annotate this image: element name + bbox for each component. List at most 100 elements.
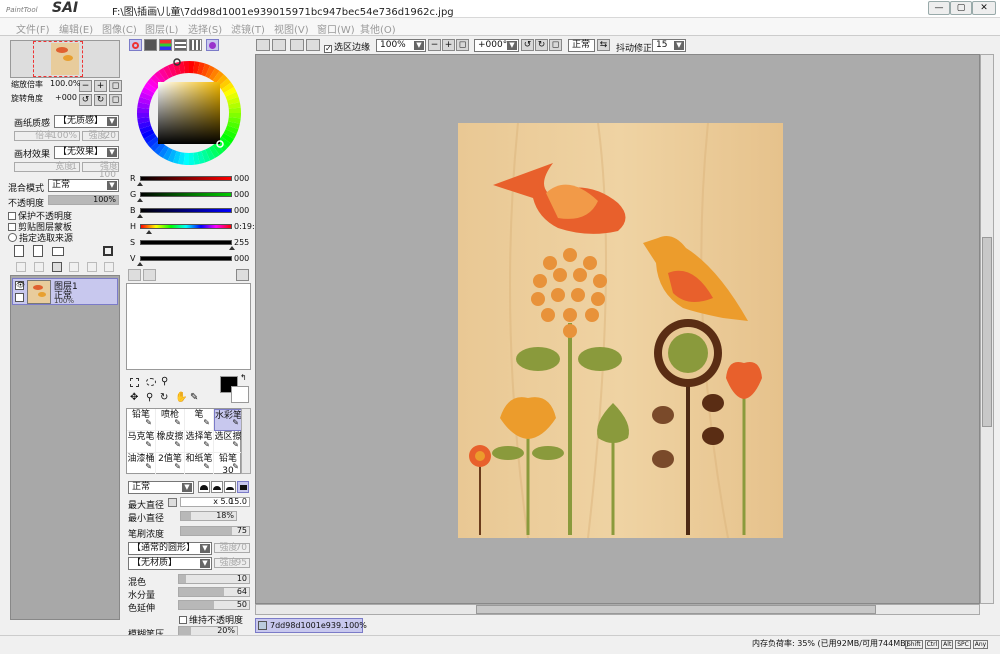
zoom-value[interactable]: 100.0%	[50, 79, 81, 88]
canvas-zoom-select[interactable]: 100% ▼	[376, 39, 426, 52]
tool-6[interactable]: 选择笔 ✎	[185, 431, 214, 453]
swap-colors-icon[interactable]: ↰	[240, 373, 247, 382]
color-slider-v[interactable]	[140, 256, 232, 261]
slider-knob[interactable]	[137, 198, 143, 202]
paper-texture-select[interactable]: 【无质感】 ▼	[54, 115, 119, 128]
move-icon[interactable]: ✥	[130, 392, 138, 403]
size-range-icon[interactable]	[168, 498, 177, 507]
canvas-rotate-left-button[interactable]: ↺	[521, 39, 534, 51]
shape-square-icon[interactable]	[237, 481, 249, 493]
texture-strength-bar[interactable]: 强度95	[214, 558, 250, 568]
canvas-mode-select[interactable]: 正常	[568, 39, 595, 52]
clear-layer-icon[interactable]	[52, 262, 62, 272]
effect-width-bar[interactable]: 宽度1	[14, 162, 80, 172]
invert-selection-icon[interactable]	[306, 39, 320, 51]
menu-file[interactable]: 文件(F)	[16, 21, 50, 36]
persist-bar[interactable]: 50	[178, 600, 250, 610]
rotate-right-button[interactable]: ↻	[94, 94, 107, 106]
shape-strength-bar[interactable]: 强度70	[214, 543, 250, 553]
menu-layer[interactable]: 图层(L)	[145, 21, 178, 36]
canvas-zoom-fit-button[interactable]: ◻	[456, 39, 469, 51]
rotate-left-button[interactable]: ↺	[79, 94, 92, 106]
brush-lock-icon[interactable]	[15, 293, 24, 302]
redo-icon[interactable]	[272, 39, 286, 51]
tool-10[interactable]: 和纸笔 ✎	[185, 453, 214, 475]
paper-effect-select[interactable]: 【无效果】 ▼	[54, 146, 119, 159]
menu-other[interactable]: 其他(O)	[360, 21, 396, 36]
maximize-button[interactable]: ▢	[950, 1, 972, 15]
canvas-rotate-select[interactable]: +000° ▼	[474, 39, 519, 52]
scratchpad-icon[interactable]	[206, 39, 219, 51]
min-size-bar[interactable]: 18%	[180, 511, 237, 521]
slider-knob[interactable]	[137, 262, 143, 266]
shape-round-icon[interactable]	[198, 481, 210, 493]
color-slider-g[interactable]	[140, 192, 232, 197]
canvas-zoom-out-button[interactable]: −	[428, 39, 441, 51]
merge-down-icon[interactable]	[34, 262, 44, 272]
deselect-icon[interactable]	[290, 39, 304, 51]
tool-5[interactable]: 橡皮擦 ✎	[156, 431, 185, 453]
document-tab[interactable]: 7dd98d1001e939... 100%	[255, 618, 367, 633]
flip-horizontal-icon[interactable]: ⇆	[597, 39, 610, 51]
menu-edit[interactable]: 编辑(E)	[59, 21, 93, 36]
background-color[interactable]	[231, 386, 249, 403]
water-bar[interactable]: 64	[178, 587, 250, 597]
paper-strength-bar[interactable]: 强度20	[82, 131, 119, 141]
tool-2[interactable]: 笔 ✎	[185, 409, 214, 431]
history-forward-icon[interactable]	[143, 269, 156, 281]
shape-flat-icon[interactable]	[224, 481, 236, 493]
angle-value[interactable]: +000	[55, 93, 77, 102]
zoom-in-button[interactable]: +	[94, 80, 107, 92]
max-size-field[interactable]: x 5.015.0	[180, 497, 250, 507]
menu-window[interactable]: 窗口(W)	[317, 21, 355, 36]
tool-4[interactable]: 马克笔 ✎	[127, 431, 156, 453]
rotate-tool-icon[interactable]: ↻	[160, 392, 168, 403]
navigator-thumbnail[interactable]	[10, 40, 120, 78]
tool-0[interactable]: 铅笔 ✎	[127, 409, 156, 431]
artwork-image[interactable]	[458, 122, 783, 539]
opacity-bar[interactable]: 100%	[48, 195, 119, 205]
scratchpad[interactable]	[126, 283, 251, 370]
zoom-tool-icon[interactable]: ⚲	[146, 392, 153, 403]
canvas-rotate-reset-button[interactable]: ◻	[549, 39, 562, 51]
color-slider-s[interactable]	[140, 240, 232, 245]
tool-11[interactable]: 铅笔30 ✎	[214, 453, 243, 475]
minimize-button[interactable]: —	[928, 1, 950, 15]
lasso-icon[interactable]	[146, 378, 156, 386]
tool-1[interactable]: 喷枪 ✎	[156, 409, 185, 431]
tools-scrollbar[interactable]	[241, 408, 251, 474]
color-slider-b[interactable]	[140, 208, 232, 213]
paper-scale-bar[interactable]: 倍率100%	[14, 131, 80, 141]
menu-filter[interactable]: 滤镜(T)	[231, 21, 265, 36]
magic-wand-icon[interactable]: ⚲	[161, 376, 168, 387]
flatten-icon[interactable]	[104, 262, 114, 272]
brush-mode-select[interactable]: 正常 ▼	[128, 481, 194, 494]
brush-texture-select[interactable]: 【无材质】 ▼	[128, 557, 212, 570]
canvas-zoom-in-button[interactable]: +	[442, 39, 455, 51]
keep-opacity-checkbox[interactable]: 维持不透明度	[179, 613, 243, 626]
undo-icon[interactable]	[256, 39, 270, 51]
new-linework-layer-icon[interactable]	[33, 245, 43, 257]
canvas-rotate-right-button[interactable]: ↻	[535, 39, 548, 51]
effect-strength-bar[interactable]: 强度100	[82, 162, 119, 180]
swatches-icon[interactable]	[174, 39, 187, 51]
zoom-reset-button[interactable]: ◻	[109, 80, 122, 92]
slider-knob[interactable]	[146, 230, 153, 234]
eyedropper-icon[interactable]: ✎	[190, 392, 198, 403]
color-wheel[interactable]	[132, 56, 246, 170]
density-bar[interactable]: 75	[180, 526, 250, 536]
layer-mask-icon[interactable]	[103, 246, 113, 256]
color-slider-h[interactable]	[140, 224, 232, 229]
delete-layer-icon[interactable]	[69, 262, 79, 272]
hand-icon[interactable]: ✋	[175, 392, 187, 403]
antialias-checkbox[interactable]: ✓ 选区边缘	[324, 40, 370, 53]
merge-visible-icon[interactable]	[87, 262, 97, 272]
rotate-reset-button[interactable]: ◻	[109, 94, 122, 106]
canvas-area[interactable]	[255, 54, 980, 604]
tool-9[interactable]: 2值笔 ✎	[156, 453, 185, 475]
tool-8[interactable]: 油漆桶 ✎	[127, 453, 156, 475]
select-source-radio[interactable]: 指定选取来源	[8, 231, 73, 244]
blend-bar[interactable]: 10	[178, 574, 250, 584]
stabilizer-select[interactable]: 15 ▼	[652, 39, 686, 52]
clear-scratchpad-icon[interactable]	[236, 269, 249, 281]
